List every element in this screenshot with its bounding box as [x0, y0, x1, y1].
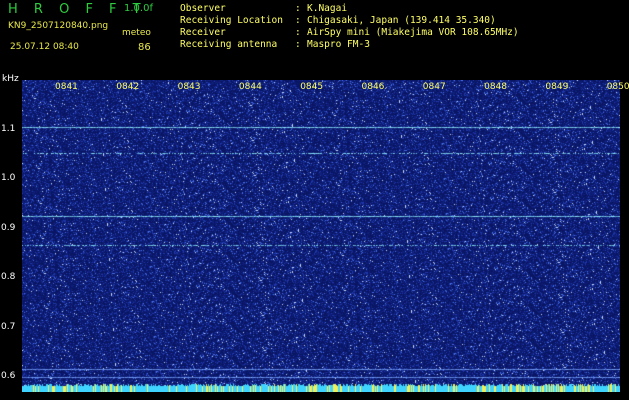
meteo-label: meteo [122, 28, 151, 38]
frequency-tick-label: 0.7 [1, 321, 16, 332]
info-colon: : [295, 27, 301, 38]
datetime-label: 25.07.12 08:40 [10, 42, 79, 52]
frequency-tick-label: 0.9 [1, 222, 16, 233]
frequency-tick-label: 1.1 [1, 123, 16, 134]
frequency-tick-label: 0.8 [1, 272, 16, 283]
version-label: 1.0.0f [124, 3, 153, 14]
frequency-tick-label: 1.0 [1, 173, 16, 184]
info-colon: : [295, 15, 301, 26]
frequency-unit-label: kHz [2, 74, 19, 84]
time-tick-label: 0846 [361, 82, 385, 92]
info-colon: : [295, 3, 301, 14]
time-tick-label: 0843 [177, 82, 201, 92]
info-colon: : [295, 39, 301, 50]
frequency-tick-label: 0.6 [1, 371, 16, 382]
time-tick-label: 0848 [484, 82, 507, 92]
info-key: Observer [180, 3, 226, 14]
info-value: AirSpy mini (Miakejima VOR 108.65MHz) [307, 27, 519, 38]
time-tick-label: 0850 [606, 82, 629, 92]
time-tick-label: 0842 [116, 82, 140, 92]
time-tick-label: 0844 [238, 82, 262, 92]
spectrogram-canvas [22, 80, 620, 392]
info-row-location: Receiving Location: Chigasaki, Japan (139… [180, 15, 496, 26]
info-value: Maspro FM-3 [307, 39, 370, 50]
info-row-receiver: Receiver: AirSpy mini (Miakejima VOR 108.… [180, 27, 519, 38]
time-tick-label: 0845 [300, 82, 324, 92]
filename-label: KN9_2507120840.png [8, 21, 109, 31]
info-row-antenna: Receiving antenna: Maspro FM-3 [180, 39, 370, 50]
info-row-observer: Observer: K.Nagai [180, 3, 347, 14]
time-tick-label: 0847 [422, 82, 446, 92]
info-key: Receiver [180, 27, 226, 38]
info-key: Receiving Location [180, 15, 283, 26]
info-value: K.Nagai [307, 3, 348, 14]
time-tick-label: 0841 [55, 82, 78, 92]
meteo-count: 86 [138, 42, 151, 53]
time-tick-label: 0849 [545, 82, 569, 92]
info-key: Receiving antenna [180, 39, 278, 50]
info-value: Chigasaki, Japan (139.414 35.340) [307, 15, 496, 26]
